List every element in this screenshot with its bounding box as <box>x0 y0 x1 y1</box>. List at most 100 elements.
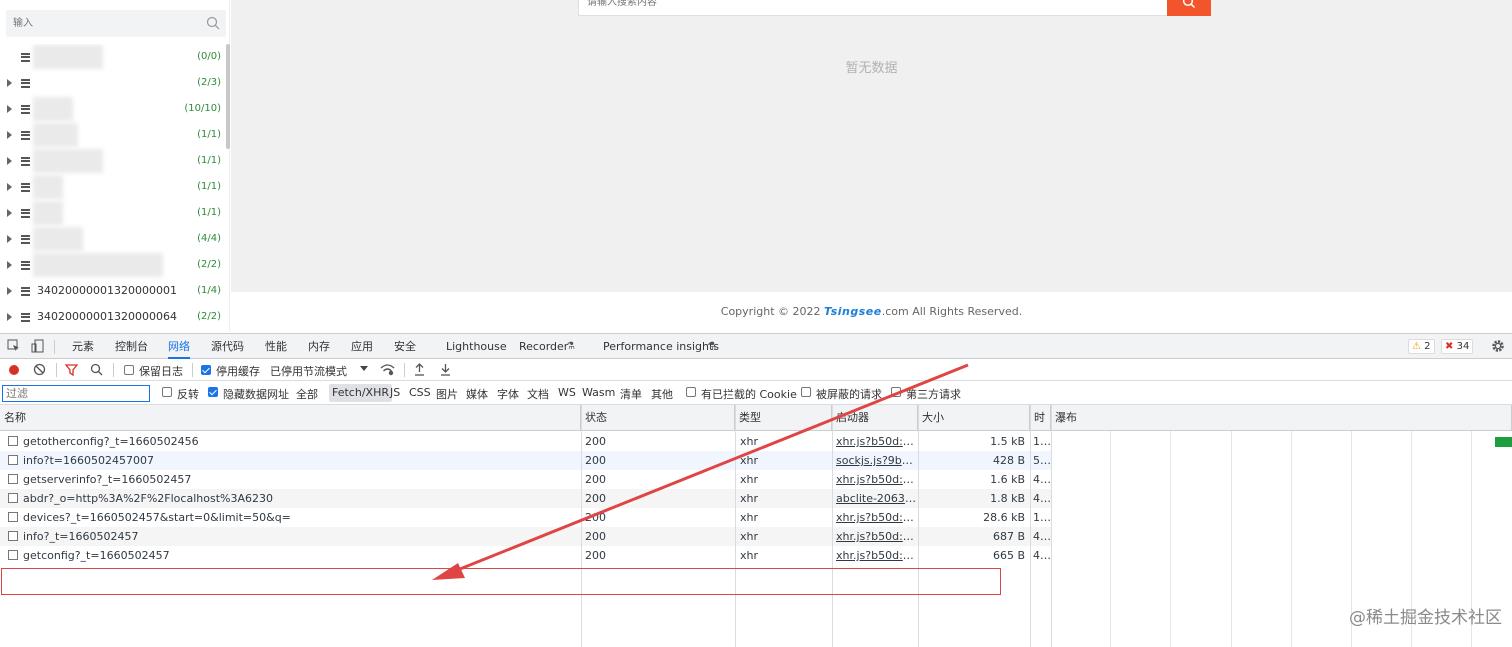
table-row[interactable]: getserverinfo?_t=1660502457 200 xhr xhr.js?… <box>0 470 1052 489</box>
warnings-badge[interactable]: ⚠ 2 <box>1408 339 1435 354</box>
invert-checkbox[interactable] <box>162 387 172 397</box>
caret-right-icon[interactable] <box>7 157 12 165</box>
tab-7[interactable]: 安全 <box>394 334 416 359</box>
errors-badge[interactable]: ✖ 34 <box>1441 339 1474 354</box>
table-row[interactable]: abdr?_o=http%3A%2F%2Flocalhost%3A6230 200… <box>0 489 1052 508</box>
third-party-checkbox[interactable] <box>891 387 901 397</box>
type-filter-2[interactable]: JS <box>390 386 400 399</box>
tree-scrollbar[interactable] <box>226 44 230 149</box>
request-name[interactable]: abdr?_o=http%3A%2F%2Flocalhost%3A6230 <box>23 489 578 508</box>
tab-8[interactable]: Lighthouse <box>446 334 507 359</box>
tab-10[interactable]: Performance insights <box>603 334 719 359</box>
network-conditions-icon[interactable] <box>380 363 395 376</box>
type-filter-5[interactable]: 媒体 <box>466 386 488 402</box>
tree-node[interactable]: 34020000001320000001 (1/4) <box>0 278 225 304</box>
tab-9[interactable]: Recorder <box>519 334 568 359</box>
column-header-6[interactable]: 瀑布 <box>1051 405 1512 431</box>
request-initiator-link[interactable]: xhr.js?b50d:178 <box>836 527 916 546</box>
tree-node[interactable]: (10/10) <box>0 96 225 122</box>
tab-5[interactable]: 内存 <box>308 334 330 359</box>
column-header-3[interactable]: 启动器 <box>832 405 918 431</box>
tree-node[interactable]: (1/1) <box>0 174 225 200</box>
main-search-button[interactable] <box>1167 0 1211 16</box>
caret-right-icon[interactable] <box>7 261 12 269</box>
column-header-5[interactable]: 时 <box>1030 405 1051 431</box>
caret-right-icon[interactable] <box>7 131 12 139</box>
hide-data-urls-checkbox[interactable] <box>208 387 218 397</box>
tree-node[interactable]: (0/0) <box>0 44 225 70</box>
filter-input[interactable] <box>2 385 150 402</box>
device-toolbar-icon[interactable] <box>31 339 45 353</box>
type-filter-8[interactable]: WS <box>558 386 576 399</box>
blocked-requests-checkbox[interactable] <box>801 387 811 397</box>
tab-4[interactable]: 性能 <box>265 334 287 359</box>
tree-search-input[interactable] <box>6 10 186 37</box>
tree-node[interactable]: (4/4) <box>0 226 225 252</box>
tree-node[interactable]: (1/1) <box>0 148 225 174</box>
disable-cache-checkbox[interactable] <box>201 365 211 375</box>
request-name[interactable]: info?_t=1660502457 <box>23 527 578 546</box>
request-name[interactable]: getotherconfig?_t=1660502456 <box>23 432 578 451</box>
settings-gear-icon[interactable] <box>1491 339 1505 353</box>
record-icon[interactable] <box>8 364 20 376</box>
column-header-2[interactable]: 类型 <box>735 405 832 431</box>
caret-right-icon[interactable] <box>7 287 12 295</box>
blocked-cookies-checkbox[interactable] <box>686 387 696 397</box>
search-icon[interactable] <box>206 16 220 33</box>
chevron-down-icon[interactable] <box>360 366 368 372</box>
throttling-select[interactable]: 已停用节流模式 <box>270 363 347 379</box>
tree-node[interactable]: (2/3) <box>0 70 225 96</box>
tree-node[interactable]: (1/1) <box>0 122 225 148</box>
tab-1[interactable]: 控制台 <box>115 334 148 359</box>
type-filter-0[interactable]: 全部 <box>296 386 318 402</box>
import-har-icon[interactable] <box>414 363 425 376</box>
clear-icon[interactable] <box>33 363 46 376</box>
type-filter-9[interactable]: Wasm <box>582 386 615 399</box>
request-initiator-link[interactable]: xhr.js?b50d:178 <box>836 546 916 565</box>
brand-link[interactable]: Tsingsee <box>824 305 882 318</box>
type-filter-10[interactable]: 清单 <box>620 386 642 402</box>
main-search-input[interactable] <box>579 0 1159 15</box>
column-header-0[interactable]: 名称 <box>0 405 581 431</box>
request-name[interactable]: getconfig?_t=1660502457 <box>23 546 578 565</box>
table-row[interactable]: getotherconfig?_t=1660502456 200 xhr xhr.js… <box>0 432 1052 451</box>
table-row[interactable]: info?_t=1660502457 200 xhr xhr.js?b50d:178 6… <box>0 527 1052 546</box>
preserve-log-checkbox[interactable] <box>124 365 134 375</box>
filter-icon[interactable] <box>65 363 78 376</box>
request-name[interactable]: getserverinfo?_t=1660502457 <box>23 470 578 489</box>
type-filter-7[interactable]: 文档 <box>527 386 549 402</box>
type-filter-1[interactable]: Fetch/XHR <box>329 384 392 402</box>
export-har-icon[interactable] <box>440 363 451 376</box>
tab-0[interactable]: 元素 <box>72 334 94 359</box>
request-initiator-link[interactable]: xhr.js?b50d:178 <box>836 470 916 489</box>
caret-right-icon[interactable] <box>7 79 12 87</box>
inspect-element-icon[interactable] <box>7 339 21 353</box>
type-filter-4[interactable]: 图片 <box>436 386 458 402</box>
tree-node[interactable]: 34020000001320000064 (2/2) <box>0 304 225 330</box>
search-icon[interactable] <box>90 363 103 376</box>
tree-node[interactable]: (1/1) <box>0 200 225 226</box>
caret-right-icon[interactable] <box>7 183 12 191</box>
request-initiator-link[interactable]: xhr.js?b50d:178 <box>836 432 916 451</box>
request-initiator-link[interactable]: abclite-2063-s... <box>836 489 916 508</box>
column-header-1[interactable]: 状态 <box>581 405 735 431</box>
tab-6[interactable]: 应用 <box>351 334 373 359</box>
request-name[interactable]: devices?_t=1660502457&start=0&limit=50&q… <box>23 508 578 527</box>
type-filter-3[interactable]: CSS <box>409 386 431 399</box>
type-filter-6[interactable]: 字体 <box>497 386 519 402</box>
caret-right-icon[interactable] <box>7 313 12 321</box>
caret-right-icon[interactable] <box>7 235 12 243</box>
request-initiator-link[interactable]: sockjs.js?9be2:... <box>836 451 916 470</box>
caret-right-icon[interactable] <box>7 105 12 113</box>
table-row[interactable]: info?t=1660502457007 200 xhr sockjs.js?9be2… <box>0 451 1052 470</box>
column-header-4[interactable]: 大小 <box>918 405 1030 431</box>
table-row[interactable]: getconfig?_t=1660502457 200 xhr xhr.js?b50d… <box>0 546 1052 565</box>
tab-2[interactable]: 网络 <box>168 334 190 359</box>
tree-node[interactable]: (2/2) <box>0 252 225 278</box>
caret-right-icon[interactable] <box>7 209 12 217</box>
request-name[interactable]: info?t=1660502457007 <box>23 451 578 470</box>
tab-3[interactable]: 源代码 <box>211 334 244 359</box>
table-row[interactable]: devices?_t=1660502457&start=0&limit=50&q… <box>0 508 1052 527</box>
request-initiator-link[interactable]: xhr.js?b50d:178 <box>836 508 916 527</box>
type-filter-11[interactable]: 其他 <box>651 386 673 402</box>
